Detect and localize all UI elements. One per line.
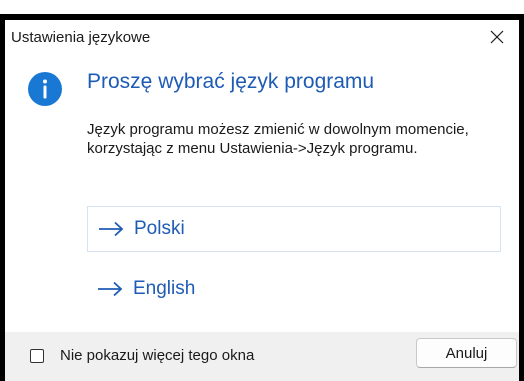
window-frame-right	[519, 14, 524, 381]
arrow-right-icon	[98, 281, 123, 297]
info-icon	[28, 72, 62, 106]
language-option-english[interactable]: English	[87, 266, 501, 312]
dialog-content: Proszę wybrać język programu Język progr…	[5, 54, 519, 332]
dont-show-again-label[interactable]: Nie pokazuj więcej tego okna	[60, 347, 254, 364]
close-button[interactable]	[479, 22, 515, 52]
arrow-right-icon	[99, 221, 124, 237]
window-title: Ustawienia językowe	[11, 29, 151, 46]
language-option-label: Polski	[134, 218, 185, 239]
dialog-heading: Proszę wybrać język programu	[87, 70, 375, 93]
cancel-button[interactable]: Anuluj	[416, 338, 517, 368]
dialog-footer: Nie pokazuj więcej tego okna Anuluj	[5, 332, 519, 381]
dont-show-again-checkbox[interactable]	[30, 349, 44, 363]
dialog-description: Język programu możesz zmienić w dowolnym…	[87, 121, 469, 157]
close-icon	[490, 30, 504, 44]
language-settings-dialog: Ustawienia językowe Proszę wybrać język …	[0, 0, 524, 381]
title-bar[interactable]: Ustawienia językowe	[5, 20, 519, 54]
language-option-polski[interactable]: Polski	[87, 206, 501, 252]
language-option-label: English	[133, 278, 196, 299]
